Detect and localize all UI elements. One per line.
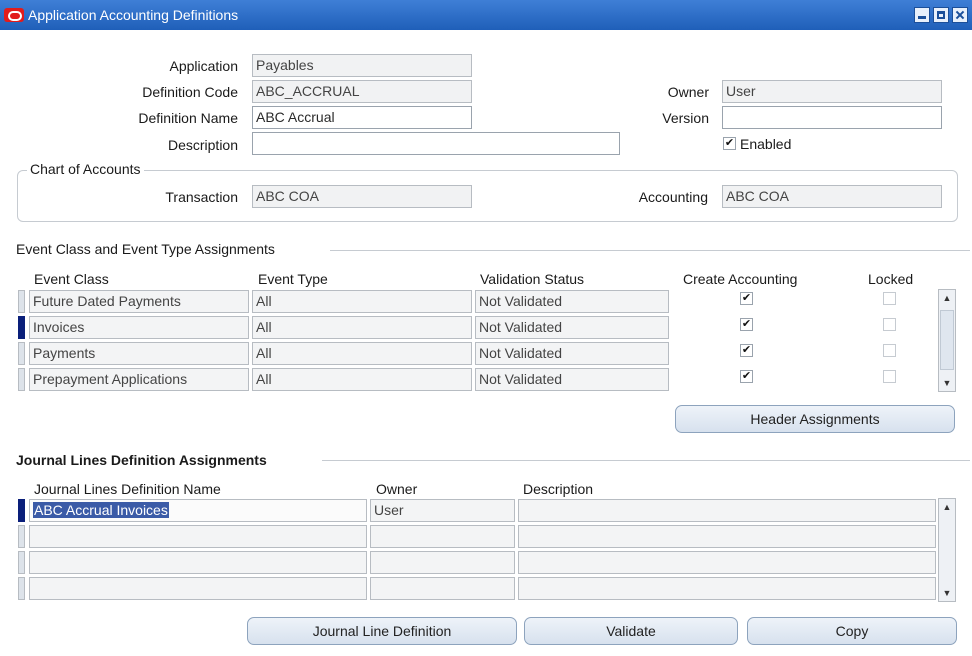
journal-line-description-cell: [518, 551, 936, 574]
locked-checkbox[interactable]: [883, 292, 896, 305]
event-class-cell[interactable]: Invoices: [29, 316, 249, 339]
definition-code-label: Definition Code: [142, 84, 238, 100]
journal-section-divider: [322, 460, 970, 461]
create-accounting-checkbox[interactable]: ✔: [740, 292, 753, 305]
col-event-class: Event Class: [34, 271, 109, 287]
event-type-cell[interactable]: All: [252, 368, 472, 391]
accounting-label: Accounting: [638, 189, 708, 205]
col-validation-status: Validation Status: [480, 271, 585, 287]
scroll-down-icon[interactable]: ▼: [939, 585, 955, 601]
validate-button[interactable]: Validate: [524, 617, 738, 645]
description-field[interactable]: [252, 132, 620, 155]
row-selector[interactable]: [18, 577, 25, 600]
owner-label: Owner: [667, 84, 709, 100]
row-selector[interactable]: [18, 499, 25, 522]
row-selector[interactable]: [18, 316, 25, 339]
selected-text: ABC Accrual Invoices: [33, 502, 169, 518]
owner-field[interactable]: User: [722, 80, 942, 103]
journal-line-owner-cell: [370, 577, 515, 600]
journal-line-description-cell: [518, 577, 936, 600]
event-type-cell[interactable]: All: [252, 290, 472, 313]
copy-button[interactable]: Copy: [747, 617, 957, 645]
locked-checkbox[interactable]: [883, 370, 896, 383]
col-create-accounting: Create Accounting: [683, 271, 798, 287]
event-table-scrollbar[interactable]: ▲ ▼: [938, 289, 956, 392]
description-label: Description: [167, 137, 238, 153]
create-accounting-checkbox[interactable]: ✔: [740, 318, 753, 331]
event-type-cell[interactable]: All: [252, 342, 472, 365]
event-type-cell[interactable]: All: [252, 316, 472, 339]
validation-status-cell: Not Validated: [475, 368, 669, 391]
scroll-up-icon[interactable]: ▲: [939, 499, 955, 515]
row-selector[interactable]: [18, 525, 25, 548]
maximize-icon[interactable]: [933, 7, 949, 23]
journal-line-name-cell[interactable]: ABC Accrual Invoices: [29, 499, 367, 522]
row-selector[interactable]: [18, 551, 25, 574]
row-selector[interactable]: [18, 290, 25, 313]
title-bar: Application Accounting Definitions: [0, 0, 972, 30]
create-accounting-checkbox[interactable]: ✔: [740, 370, 753, 383]
locked-checkbox[interactable]: [883, 318, 896, 331]
journal-line-owner-cell: [370, 525, 515, 548]
transaction-coa-field[interactable]: ABC COA: [252, 185, 472, 208]
enabled-checkbox[interactable]: ✔: [723, 137, 736, 150]
version-label: Version: [662, 110, 709, 126]
journal-line-owner-cell: [370, 551, 515, 574]
window-title: Application Accounting Definitions: [28, 7, 239, 23]
enabled-label: Enabled: [740, 136, 792, 152]
application-field[interactable]: Payables: [252, 54, 472, 77]
definition-name-label: Definition Name: [138, 110, 238, 126]
col-event-type: Event Type: [258, 271, 328, 287]
validation-status-cell: Not Validated: [475, 316, 669, 339]
journal-line-name-cell[interactable]: [29, 525, 367, 548]
journal-line-description-cell: [518, 525, 936, 548]
scroll-up-icon[interactable]: ▲: [939, 290, 955, 306]
application-label: Application: [169, 58, 239, 74]
validation-status-cell: Not Validated: [475, 290, 669, 313]
scroll-down-icon[interactable]: ▼: [939, 375, 955, 391]
header-assignments-button[interactable]: Header Assignments: [675, 405, 955, 433]
row-selector[interactable]: [18, 342, 25, 365]
col-description: Description: [523, 481, 594, 497]
col-owner: Owner: [376, 481, 418, 497]
version-field[interactable]: [722, 106, 942, 129]
journal-line-owner-cell: User: [370, 499, 515, 522]
scroll-thumb[interactable]: [940, 517, 954, 583]
definition-name-field[interactable]: ABC Accrual: [252, 106, 472, 129]
event-assignments-title: Event Class and Event Type Assignments: [16, 241, 278, 257]
scroll-thumb[interactable]: [940, 310, 954, 370]
minimize-icon[interactable]: [914, 7, 930, 23]
row-selector[interactable]: [18, 368, 25, 391]
journal-line-description-cell: [518, 499, 936, 522]
validation-status-cell: Not Validated: [475, 342, 669, 365]
event-class-cell[interactable]: Future Dated Payments: [29, 290, 249, 313]
definition-code-field[interactable]: ABC_ACCRUAL: [252, 80, 472, 103]
col-locked: Locked: [868, 271, 914, 287]
transaction-label: Transaction: [165, 189, 238, 205]
close-icon[interactable]: [952, 7, 968, 23]
journal-table-scrollbar[interactable]: ▲ ▼: [938, 498, 956, 602]
create-accounting-checkbox[interactable]: ✔: [740, 344, 753, 357]
event-section-divider: [330, 250, 970, 251]
journal-line-name-cell[interactable]: [29, 551, 367, 574]
locked-checkbox[interactable]: [883, 344, 896, 357]
event-class-cell[interactable]: Payments: [29, 342, 249, 365]
window-controls: [914, 7, 968, 23]
event-class-cell[interactable]: Prepayment Applications: [29, 368, 249, 391]
journal-lines-title: Journal Lines Definition Assignments: [16, 452, 270, 468]
accounting-coa-field[interactable]: ABC COA: [722, 185, 942, 208]
journal-line-name-cell[interactable]: [29, 577, 367, 600]
journal-line-definition-button[interactable]: Journal Line Definition: [247, 617, 517, 645]
chart-of-accounts-title: Chart of Accounts: [27, 161, 144, 177]
col-journal-lines-name: Journal Lines Definition Name: [34, 481, 221, 497]
oracle-logo-icon[interactable]: [4, 8, 24, 22]
